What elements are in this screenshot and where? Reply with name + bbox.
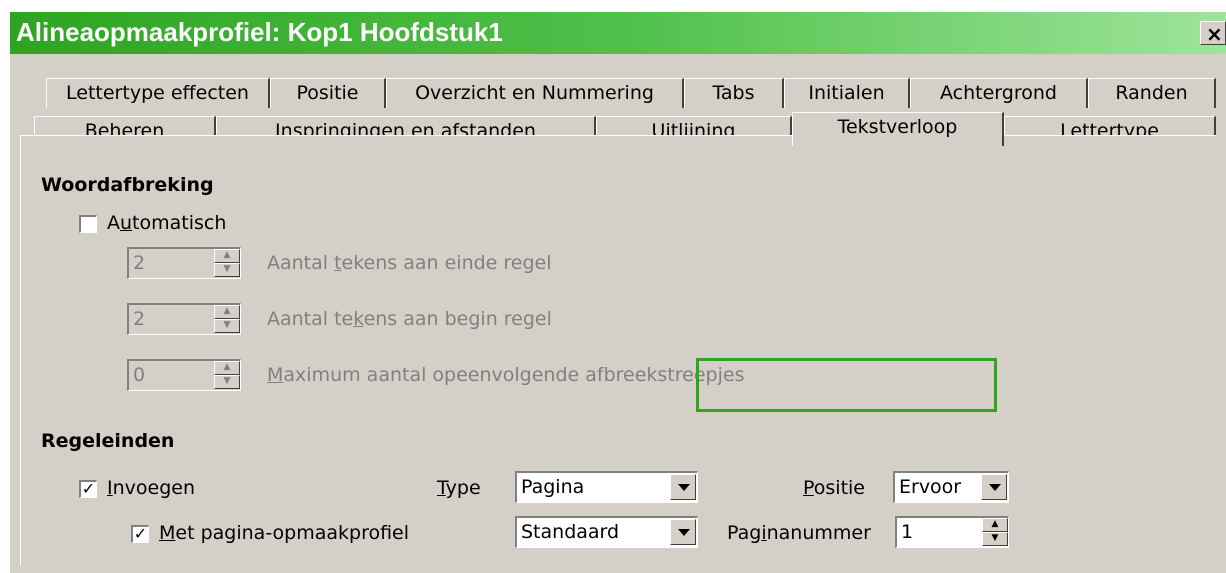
chars-end-value: 2 <box>133 252 146 274</box>
tab-row-back: Lettertype effecten Positie Overzicht en… <box>46 78 1216 108</box>
page-number-down-button[interactable]: ▼ <box>982 532 1008 546</box>
dialog-title: Alineaopmaakprofiel: Kop1 Hoofdstuk1 <box>16 17 503 47</box>
automatic-checkbox[interactable] <box>79 215 97 233</box>
max-hyphens-stepper[interactable]: 0 ▲ ▼ <box>127 359 241 391</box>
section-heading-breaks: Regeleinden <box>41 430 175 452</box>
insert-label[interactable]: Invoegen <box>107 477 195 499</box>
page-style-checkbox[interactable]: ✓ <box>131 525 149 543</box>
close-button[interactable]: × <box>1200 21 1226 46</box>
tab-panel-tekstverloop: Woordafbreking Automatisch 2 ▲ ▼ Aantal t… <box>20 135 1216 565</box>
insert-checkbox[interactable]: ✓ <box>79 480 97 498</box>
chars-end-down-button[interactable]: ▼ <box>214 263 240 277</box>
page-style-label[interactable]: Met pagina-opmaakprofiel <box>159 522 409 544</box>
title-bar[interactable]: Alineaopmaakprofiel: Kop1 Hoofdstuk1 × <box>10 12 1226 54</box>
max-hyphens-down-button[interactable]: ▼ <box>214 375 240 389</box>
tab-tekstverloop[interactable]: Tekstverloop <box>792 112 1004 146</box>
tab-lettertype-effecten[interactable]: Lettertype effecten <box>46 78 270 108</box>
page-number-stepper[interactable]: 1 ▲ ▼ <box>895 516 1009 548</box>
tab-tabs[interactable]: Tabs <box>684 78 784 108</box>
section-heading-hyphenation: Woordafbreking <box>41 174 214 196</box>
page-number-up-button[interactable]: ▲ <box>982 518 1008 532</box>
type-select[interactable]: Pagina <box>515 471 698 503</box>
page-number-value[interactable]: 1 <box>901 521 913 543</box>
page-number-label: Paginanummer <box>727 522 871 544</box>
chars-begin-label: Aantal tekens aan begin regel <box>267 308 552 330</box>
position-select[interactable]: Ervoor <box>893 471 1009 503</box>
page-style-select[interactable]: Standaard <box>515 516 698 548</box>
chars-begin-down-button[interactable]: ▼ <box>214 319 240 333</box>
chars-begin-value: 2 <box>133 308 146 330</box>
chars-end-up-button[interactable]: ▲ <box>214 249 240 263</box>
tab-randen[interactable]: Randen <box>1088 78 1216 108</box>
chevron-down-icon[interactable] <box>670 519 696 545</box>
close-icon: × <box>1206 22 1223 46</box>
max-hyphens-up-button[interactable]: ▲ <box>214 361 240 375</box>
automatic-label[interactable]: Automatisch <box>107 212 226 234</box>
max-hyphens-label: Maximum aantal opeenvolgende afbreekstre… <box>267 364 745 386</box>
page-style-value: Standaard <box>521 521 620 543</box>
page-number-highlight <box>696 358 997 412</box>
chevron-down-icon[interactable] <box>670 474 696 500</box>
chars-end-stepper[interactable]: 2 ▲ ▼ <box>127 247 241 279</box>
tab-overzicht-en-nummering[interactable]: Overzicht en Nummering <box>386 78 684 108</box>
max-hyphens-value: 0 <box>133 364 146 386</box>
position-value: Ervoor <box>899 476 962 498</box>
checkmark-icon: ✓ <box>81 479 96 498</box>
chars-end-label: Aantal tekens aan einde regel <box>267 252 552 274</box>
checkmark-icon: ✓ <box>133 524 148 543</box>
tab-initialen[interactable]: Initialen <box>784 78 910 108</box>
tab-positie[interactable]: Positie <box>270 78 386 108</box>
chars-begin-up-button[interactable]: ▲ <box>214 305 240 319</box>
type-value: Pagina <box>521 476 585 498</box>
tab-achtergrond[interactable]: Achtergrond <box>910 78 1088 108</box>
type-label: Type <box>437 477 481 499</box>
chars-begin-stepper[interactable]: 2 ▲ ▼ <box>127 303 241 335</box>
position-label: Positie <box>803 477 866 499</box>
chevron-down-icon[interactable] <box>981 474 1007 500</box>
